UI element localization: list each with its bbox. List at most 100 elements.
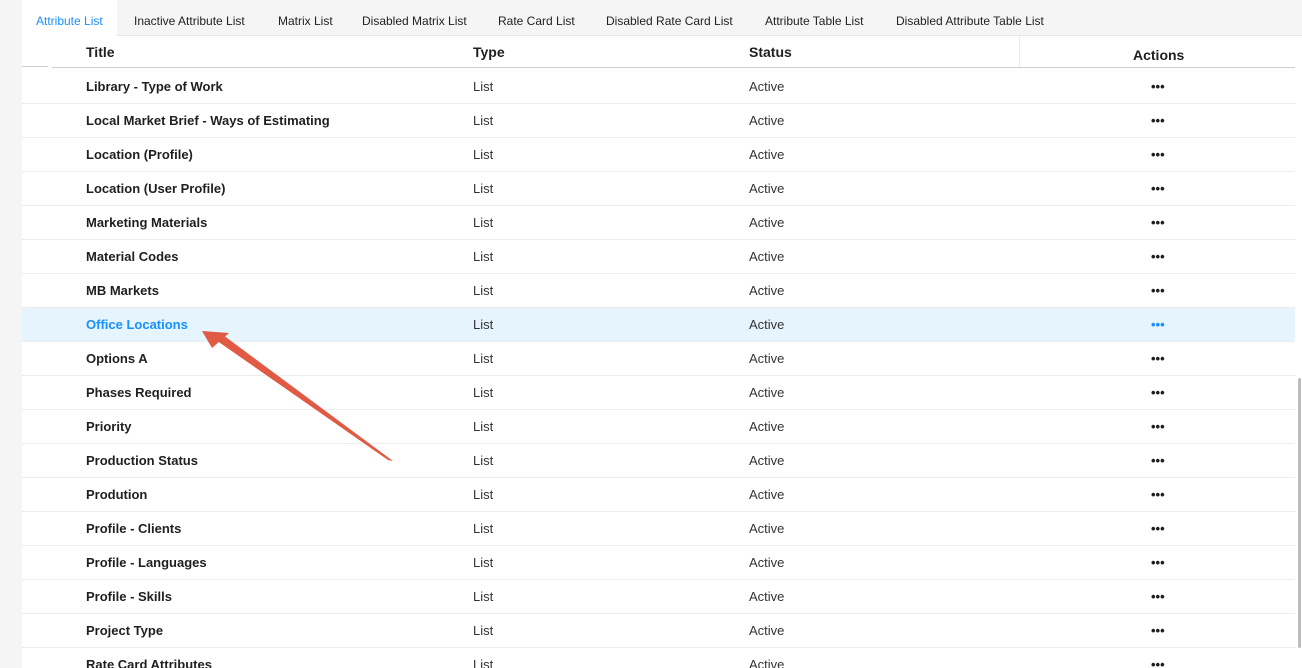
row-title[interactable]: Location (User Profile) [86,172,225,205]
row-title[interactable]: Location (Profile) [86,138,193,171]
row-title[interactable]: Project Type [86,614,163,647]
row-title[interactable]: Profile - Languages [86,546,207,579]
table-row[interactable]: Profile - Skills List Active ••• [22,580,1295,614]
row-status: Active [749,283,785,298]
tab-attribute-list[interactable]: Attribute List [22,0,117,36]
more-actions-icon[interactable]: ••• [1151,104,1165,137]
table-row[interactable]: Profile - Clients List Active ••• [22,512,1295,546]
row-status: Active [749,215,785,230]
column-header-status[interactable]: Status [749,44,792,60]
row-type: List [473,521,494,536]
table-row[interactable]: Production Status List Active ••• [22,444,1295,478]
table-row[interactable]: Phases Required List Active ••• [22,376,1295,410]
tab-disabled-rate-card-list[interactable]: Disabled Rate Card List [592,0,747,36]
row-type: List [473,181,494,196]
column-header-title[interactable]: Title [86,44,115,60]
row-status: Active [749,385,785,400]
table-row[interactable]: Rate Card Attributes List Active ••• [22,648,1295,668]
row-status: Active [749,317,785,332]
row-type: List [473,657,494,668]
table-row[interactable]: MB Markets List Active ••• [22,274,1295,308]
row-title[interactable]: Rate Card Attributes [86,648,212,668]
tab-bar: Attribute List Inactive Attribute List M… [22,0,1302,36]
row-title[interactable]: Options A [86,342,148,375]
tab-rate-card-list[interactable]: Rate Card List [484,0,589,36]
table-row[interactable]: Library - Type of Work List Active ••• [22,70,1295,104]
row-status: Active [749,351,785,366]
more-actions-icon[interactable]: ••• [1151,376,1165,409]
row-title[interactable]: Prodution [86,478,147,511]
table-row[interactable]: Prodution List Active ••• [22,478,1295,512]
more-actions-icon[interactable]: ••• [1151,648,1165,668]
row-type: List [473,385,494,400]
row-status: Active [749,453,785,468]
more-actions-icon[interactable]: ••• [1151,546,1165,579]
row-status: Active [749,113,785,128]
row-type: List [473,215,494,230]
table-row[interactable]: Material Codes List Active ••• [22,240,1295,274]
more-actions-icon[interactable]: ••• [1151,274,1165,307]
row-title[interactable]: MB Markets [86,274,159,307]
tab-inactive-attribute-list[interactable]: Inactive Attribute List [120,0,259,36]
more-actions-icon[interactable]: ••• [1151,614,1165,647]
vertical-scrollbar[interactable] [1298,378,1301,648]
row-type: List [473,589,494,604]
table-row[interactable]: Local Market Brief - Ways of Estimating … [22,104,1295,138]
row-status: Active [749,249,785,264]
more-actions-icon[interactable]: ••• [1151,478,1165,511]
table-row-highlighted[interactable]: Office Locations List Active ••• [22,308,1295,342]
left-gutter [0,0,22,668]
more-actions-icon[interactable]: ••• [1151,580,1165,613]
row-title[interactable]: Production Status [86,444,198,477]
more-actions-icon[interactable]: ••• [1151,444,1165,477]
header-divider [52,67,1295,68]
tab-attribute-table-list[interactable]: Attribute Table List [751,0,878,36]
row-type: List [473,487,494,502]
tab-matrix-list[interactable]: Matrix List [264,0,347,36]
row-type: List [473,79,494,94]
row-title[interactable]: Priority [86,410,132,443]
row-type: List [473,453,494,468]
row-title[interactable]: Phases Required [86,376,192,409]
table-row[interactable]: Project Type List Active ••• [22,614,1295,648]
row-title[interactable]: Profile - Skills [86,580,172,613]
row-type: List [473,419,494,434]
row-status: Active [749,589,785,604]
more-actions-icon[interactable]: ••• [1151,240,1165,273]
table-row[interactable]: Options A List Active ••• [22,342,1295,376]
row-title[interactable]: Marketing Materials [86,206,207,239]
row-status: Active [749,521,785,536]
row-status: Active [749,623,785,638]
row-title[interactable]: Material Codes [86,240,178,273]
more-actions-icon[interactable]: ••• [1151,342,1165,375]
table-row[interactable]: Profile - Languages List Active ••• [22,546,1295,580]
column-divider [1019,36,1020,68]
more-actions-icon[interactable]: ••• [1151,308,1165,341]
column-header-actions: Actions [1133,47,1185,63]
row-type: List [473,249,494,264]
tab-disabled-attribute-table-list[interactable]: Disabled Attribute Table List [882,0,1058,36]
row-status: Active [749,147,785,162]
more-actions-icon[interactable]: ••• [1151,512,1165,545]
column-header-type[interactable]: Type [473,44,505,60]
row-status: Active [749,555,785,570]
attribute-table: Title Type Status Actions Library - Type… [22,36,1295,668]
row-title[interactable]: Profile - Clients [86,512,181,545]
more-actions-icon[interactable]: ••• [1151,70,1165,103]
table-row[interactable]: Marketing Materials List Active ••• [22,206,1295,240]
row-title[interactable]: Library - Type of Work [86,70,223,103]
more-actions-icon[interactable]: ••• [1151,138,1165,171]
more-actions-icon[interactable]: ••• [1151,206,1165,239]
table-row[interactable]: Location (Profile) List Active ••• [22,138,1295,172]
table-row[interactable]: Location (User Profile) List Active ••• [22,172,1295,206]
row-title-link[interactable]: Office Locations [86,308,188,341]
row-title[interactable]: Local Market Brief - Ways of Estimating [86,104,330,137]
more-actions-icon[interactable]: ••• [1151,172,1165,205]
row-type: List [473,283,494,298]
row-status: Active [749,181,785,196]
tab-disabled-matrix-list[interactable]: Disabled Matrix List [348,0,481,36]
more-actions-icon[interactable]: ••• [1151,410,1165,443]
row-type: List [473,317,494,332]
row-status: Active [749,79,785,94]
table-row[interactable]: Priority List Active ••• [22,410,1295,444]
